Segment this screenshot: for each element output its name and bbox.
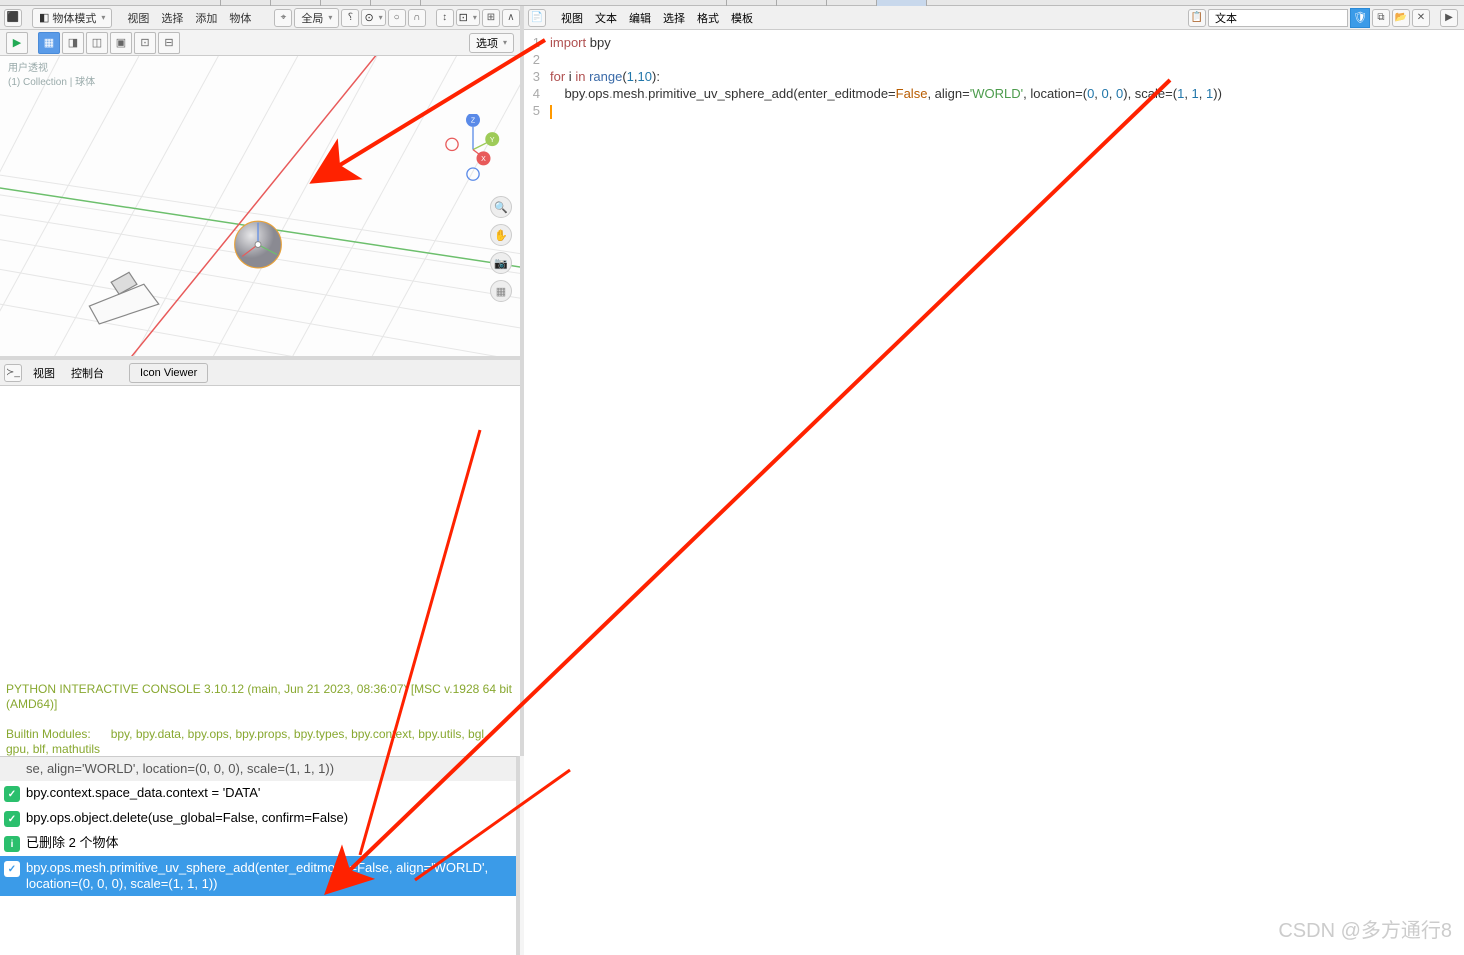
run-script-icon[interactable]: ▶ — [1440, 9, 1458, 27]
pivot-dropdown[interactable]: ⊡ — [456, 9, 480, 26]
te-menu-template[interactable]: 模板 — [726, 9, 758, 27]
menu-select[interactable]: 选择 — [156, 9, 188, 27]
select-mode-6-icon[interactable]: ⊟ — [158, 32, 180, 54]
new-text-icon[interactable]: ⧉ — [1372, 9, 1390, 27]
3d-viewport[interactable]: 用户透视 (1) Collection | 球体 Z Y X 🔍 ✋ � — [0, 56, 520, 356]
axis-icon[interactable]: ↕ — [436, 9, 454, 27]
select-box-icon[interactable]: ▦ — [38, 32, 60, 54]
options-dropdown[interactable]: 选项 — [469, 33, 514, 53]
close-text-icon[interactable]: ✕ — [1412, 9, 1430, 27]
view3d-toolbar: ▶ ▦ ◨ ◫ ▣ ⊡ ⊟ 选项 — [0, 30, 520, 56]
select-mode-3-icon[interactable]: ◫ — [86, 32, 108, 54]
te-menu-text[interactable]: 文本 — [590, 9, 622, 27]
select-mode-4-icon[interactable]: ▣ — [110, 32, 132, 54]
svg-text:Z: Z — [471, 118, 476, 125]
log-row[interactable]: ✓ bpy.ops.object.delete(use_global=False… — [0, 806, 516, 831]
view3d-header: ⬛ ◧ 物体模式 视图 选择 添加 物体 ⌖ 全局 ⸮ ⊙ ○ ∩ ↕ ⊡ ⊞ … — [0, 6, 520, 30]
transform-orientation-dropdown[interactable]: 全局 — [294, 8, 339, 28]
navigation-gizmo[interactable]: Z Y X — [438, 114, 508, 194]
line-numbers: 1 2 3 4 5 — [524, 30, 544, 756]
open-text-icon[interactable]: 📂 — [1392, 9, 1410, 27]
te-menu-view[interactable]: 视图 — [556, 9, 588, 27]
select-tool-icon[interactable]: ▶ — [6, 32, 28, 54]
menu-add[interactable]: 添加 — [190, 9, 222, 27]
pan-icon[interactable]: ✋ — [490, 224, 512, 246]
log-row[interactable]: ✓ bpy.context.space_data.context = 'DATA… — [0, 781, 516, 806]
menu-view[interactable]: 视图 — [122, 9, 154, 27]
zoom-icon[interactable]: 🔍 — [490, 196, 512, 218]
info-badge-icon: i — [4, 836, 20, 852]
python-console-panel: ≻_ 视图 控制台 Icon Viewer PYTHON INTERACTIVE… — [0, 356, 520, 756]
proportional-icon[interactable]: ○ — [388, 9, 406, 27]
orientation-icon[interactable]: ⌖ — [274, 9, 292, 27]
check-badge-icon: ✓ — [4, 786, 20, 802]
svg-text:Y: Y — [490, 137, 495, 144]
te-menu-format[interactable]: 格式 — [692, 9, 724, 27]
select-mode-5-icon[interactable]: ⊡ — [134, 32, 156, 54]
editor-type-dropdown[interactable]: ⬛ — [4, 9, 22, 27]
check-badge-icon: ✓ — [4, 861, 20, 877]
code-content: import bpy for i in range(1,10): bpy.ops… — [544, 30, 1222, 756]
snap-dropdown[interactable]: ⊙ — [361, 9, 385, 26]
select-mode-2-icon[interactable]: ◨ — [62, 32, 84, 54]
console-tab[interactable]: Icon Viewer — [129, 363, 208, 383]
overlay-toggle-icon[interactable]: ⊞ — [482, 9, 500, 27]
log-row-clipped[interactable]: se, align='WORLD', location=(0, 0, 0), s… — [0, 757, 516, 781]
console-editor-type-icon[interactable]: ≻_ — [4, 364, 22, 382]
log-row[interactable]: i 已删除 2 个物体 — [0, 831, 516, 856]
log-row-selected[interactable]: ✓ bpy.ops.mesh.primitive_uv_sphere_add(e… — [0, 856, 516, 896]
snap-magnet-icon[interactable]: ⸮ — [341, 9, 359, 27]
menu-object[interactable]: 物体 — [224, 9, 256, 27]
viewport-side-buttons: 🔍 ✋ 📷 ▦ — [490, 196, 512, 302]
proportional-falloff-icon[interactable]: ∩ — [408, 9, 426, 27]
viewport-overlay-text: 用户透视 (1) Collection | 球体 — [8, 62, 95, 90]
text-datablock-icon[interactable]: 📋 — [1188, 9, 1206, 27]
te-menu-select[interactable]: 选择 — [658, 9, 690, 27]
text-editor[interactable]: 1 2 3 4 5 import bpy for i in range(1,10… — [524, 30, 1464, 756]
te-menu-edit[interactable]: 编辑 — [624, 9, 656, 27]
persp-ortho-icon[interactable]: ▦ — [490, 280, 512, 302]
viewport-canvas — [0, 56, 520, 356]
console-menu-view[interactable]: 视图 — [28, 364, 60, 382]
info-log-panel: se, align='WORLD', location=(0, 0, 0), s… — [0, 756, 520, 955]
cube-icon: ◧ — [39, 11, 49, 24]
console-menu-console[interactable]: 控制台 — [66, 364, 109, 382]
console-output[interactable]: PYTHON INTERACTIVE CONSOLE 3.10.12 (main… — [0, 386, 520, 756]
text-name-field[interactable]: 文本 — [1208, 9, 1348, 27]
check-badge-icon: ✓ — [4, 811, 20, 827]
watermark-text: CSDN @多方通行8 — [1278, 914, 1452, 943]
text-editor-header: 📄 视图 文本 编辑 选择 格式 模板 📋 文本 🛡 ⧉ 📂 ✕ ▶ — [524, 6, 1464, 30]
camera-view-icon[interactable]: 📷 — [490, 252, 512, 274]
text-editor-type-icon[interactable]: 📄 — [528, 9, 546, 27]
svg-text:X: X — [481, 156, 486, 163]
mode-dropdown[interactable]: ◧ 物体模式 — [32, 8, 112, 28]
shield-fake-user-icon[interactable]: 🛡 — [1350, 8, 1370, 28]
gizmo-toggle-icon[interactable]: ∧ — [502, 9, 520, 27]
